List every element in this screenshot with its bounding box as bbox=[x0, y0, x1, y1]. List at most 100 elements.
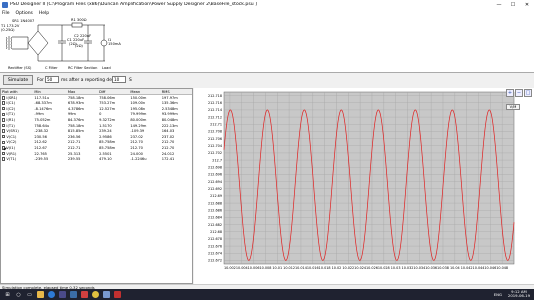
close-button[interactable]: ✕ bbox=[520, 2, 534, 8]
row-name: V(C1) bbox=[6, 134, 17, 139]
x-tick-label: 10.006 bbox=[248, 266, 260, 270]
transformer-primary bbox=[5, 36, 8, 50]
bridge-rectifier bbox=[27, 30, 49, 56]
mail-icon[interactable] bbox=[70, 291, 77, 298]
y-tick-label: 212.702 bbox=[208, 151, 222, 155]
cell-max: 239.55 bbox=[67, 157, 81, 162]
taskbar: ⊞ ○ ▭ ENG 9:12 AM 2019-06-19 bbox=[0, 289, 534, 300]
schematic-diagram: SR1 1N4007 T1 173.2V (0.25Ω) C1 220uF (2… bbox=[0, 18, 121, 70]
x-tick-label: 10.04 bbox=[450, 266, 460, 270]
y-tick-label: 212.718 bbox=[208, 94, 222, 98]
plot-checkbox[interactable] bbox=[2, 96, 6, 100]
y-tick-label: 212.686 bbox=[208, 208, 222, 212]
plot-checkbox[interactable] bbox=[2, 123, 6, 128]
delay-input[interactable]: 10 bbox=[112, 76, 126, 83]
x-tick-label: 10.022 bbox=[342, 266, 354, 270]
row-name: V(SR1) bbox=[6, 129, 19, 134]
row-name: I(SR1) bbox=[6, 95, 18, 100]
y-tick-label: 212.712 bbox=[208, 115, 222, 119]
x-tick-label: 10.004 bbox=[236, 266, 248, 270]
x-tick-label: 10.032 bbox=[402, 266, 414, 270]
x-tick-label: 10.018 bbox=[319, 266, 331, 270]
y-tick-label: 212.692 bbox=[208, 187, 222, 191]
y-tick-label: 212.682 bbox=[208, 223, 222, 227]
schem-c2-label: C2 220uF bbox=[74, 34, 91, 38]
zoom-in-icon[interactable]: + bbox=[506, 89, 514, 97]
y-tick-label: 212.688 bbox=[208, 201, 222, 205]
schem-section-cfilter: C Filter bbox=[45, 66, 58, 70]
y-tick-label: 212.7 bbox=[212, 158, 222, 162]
x-tick-label: 10.044 bbox=[473, 266, 485, 270]
schem-transformer-label: SR1 1N4007 bbox=[12, 19, 34, 23]
clock-date: 2019-06-19 bbox=[507, 293, 530, 299]
file-explorer-icon[interactable] bbox=[37, 291, 44, 298]
browser-icon[interactable] bbox=[48, 291, 55, 298]
plot-panel: 212.718 212.716 212.714 212.712 212.71 212.70… bbox=[194, 88, 534, 284]
plot-checkbox[interactable] bbox=[2, 140, 6, 145]
music-icon[interactable] bbox=[81, 291, 88, 298]
plot-checkbox[interactable] bbox=[2, 112, 6, 117]
maximize-button[interactable]: ☐ bbox=[506, 2, 520, 8]
x-tick-label: 10.01 bbox=[272, 266, 282, 270]
search-icon[interactable]: ○ bbox=[15, 291, 22, 298]
chrome-icon[interactable] bbox=[92, 291, 99, 298]
windows-start-icon[interactable]: ⊞ bbox=[4, 291, 11, 298]
simulate-button[interactable]: Simulate bbox=[3, 75, 33, 85]
row-name: I(T1) bbox=[6, 123, 15, 128]
x-tick-label: 10.002 bbox=[224, 266, 236, 270]
schematic-panel[interactable]: SR1 1N4007 T1 173.2V (0.25Ω) C1 220uF (2… bbox=[0, 17, 534, 73]
x-tick-label: 10.034 bbox=[413, 266, 425, 270]
plot-area bbox=[223, 91, 515, 265]
menu-file[interactable]: File bbox=[2, 11, 10, 16]
row-name: V(R1) bbox=[6, 151, 17, 156]
schem-secondary2-label: (0.25Ω) bbox=[1, 28, 15, 32]
y-tick-label: 212.676 bbox=[208, 244, 222, 248]
task-view-icon[interactable]: ▭ bbox=[26, 291, 33, 298]
x-tick-label: 10.028 bbox=[378, 266, 390, 270]
plot-checkbox[interactable] bbox=[2, 101, 6, 105]
y-tick-label: 212.71 bbox=[210, 122, 222, 126]
vm-button[interactable]: V/M bbox=[506, 104, 520, 110]
waveform-chart[interactable]: 212.718 212.716 212.714 212.712 212.71 212.70… bbox=[194, 88, 534, 284]
plot-checkbox[interactable] bbox=[2, 118, 6, 122]
plot-checkbox[interactable] bbox=[2, 107, 6, 111]
row-name: I(R1) bbox=[6, 117, 16, 122]
y-tick-label: 212.684 bbox=[208, 216, 222, 220]
row-name: I(C1) bbox=[6, 101, 16, 106]
zoom-fit-icon[interactable]: □ bbox=[524, 89, 532, 97]
plot-checkbox[interactable] bbox=[2, 129, 6, 133]
zoom-out-icon[interactable]: − bbox=[515, 89, 523, 97]
cell-mean: -1.2246u bbox=[130, 157, 147, 162]
minimize-button[interactable]: — bbox=[492, 2, 506, 8]
row-name: V(C2) bbox=[6, 140, 17, 145]
y-tick-label: 212.674 bbox=[208, 251, 222, 255]
y-tick-label: 212.716 bbox=[208, 101, 222, 105]
plot-checkbox[interactable] bbox=[2, 151, 6, 156]
title-bar: PSU Designer II [C:\Program Files (x86)\… bbox=[0, 0, 534, 9]
duration-input[interactable]: 50 bbox=[45, 76, 59, 83]
y-tick-label: 212.708 bbox=[208, 130, 222, 134]
x-tick-label: 10.012 bbox=[283, 266, 295, 270]
menu-help[interactable]: Help bbox=[39, 11, 49, 16]
x-tick-label: 10.03 bbox=[391, 266, 401, 270]
zoom-toolbar: + − □ bbox=[505, 89, 532, 97]
row-name-cell[interactable]: V(T1) bbox=[1, 156, 33, 162]
app-icon-extra[interactable] bbox=[114, 291, 121, 298]
y-tick-label: 212.672 bbox=[208, 259, 222, 263]
menu-options[interactable]: Options bbox=[16, 11, 33, 16]
plot-checkbox[interactable] bbox=[2, 146, 6, 150]
tray-lang[interactable]: ENG bbox=[494, 292, 502, 297]
for-label: For bbox=[37, 78, 44, 83]
app-icon-psu[interactable] bbox=[103, 291, 110, 298]
y-tick-label: 212.694 bbox=[208, 180, 222, 184]
table-row[interactable]: V(T1) -239.55 239.55 479.10 -1.2246u 172.41 bbox=[1, 156, 192, 162]
store-icon[interactable] bbox=[59, 291, 66, 298]
y-tick-label: 212.696 bbox=[208, 173, 222, 177]
clock[interactable]: 9:12 AM 2019-06-19 bbox=[507, 289, 530, 299]
simulation-controls: Simulate For 50 ms after a reporting del… bbox=[0, 73, 534, 88]
row-name: V(I1) bbox=[6, 145, 15, 150]
schem-section-rectifier: Rectifier (SS) bbox=[8, 66, 32, 70]
plot-checkbox[interactable] bbox=[2, 135, 6, 139]
x-tick-label: 10.024 bbox=[354, 266, 366, 270]
plot-checkbox[interactable] bbox=[2, 157, 6, 161]
